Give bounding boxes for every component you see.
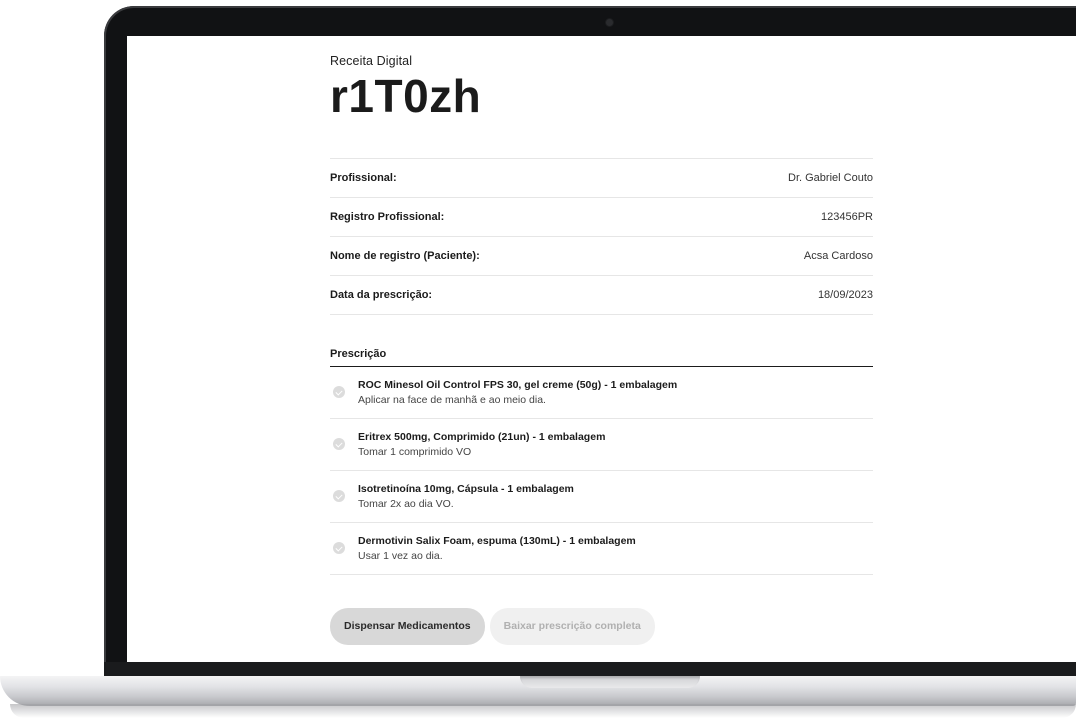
medication-name: Eritrex 500mg, Comprimido (21un) - 1 emb…	[358, 430, 606, 443]
info-value: 18/09/2023	[817, 288, 873, 301]
medication-dosage: Usar 1 vez ao dia.	[358, 549, 443, 562]
laptop-screen: Receita Digital r1T0zh Profissional: Dr.…	[127, 36, 1076, 662]
medication-dosage: Aplicar na face de manhã e ao meio dia.	[358, 393, 546, 406]
prescription-page: Receita Digital r1T0zh Profissional: Dr.…	[330, 54, 873, 645]
dispense-medications-button[interactable]: Dispensar Medicamentos	[330, 607, 485, 645]
prescription-item: Isotretinoína 10mg, Cápsula - 1 embalage…	[330, 471, 873, 523]
laptop-mockup: Receita Digital r1T0zh Profissional: Dr.…	[0, 0, 1076, 723]
check-circle-icon	[333, 386, 345, 399]
page-eyebrow: Receita Digital	[330, 54, 413, 68]
info-row-professional: Profissional: Dr. Gabriel Couto	[330, 159, 873, 198]
action-bar: Dispensar Medicamentos Baixar prescrição…	[330, 607, 873, 645]
download-prescription-button[interactable]: Baixar prescrição completa	[489, 607, 655, 645]
info-row-patient: Nome de registro (Paciente): Acsa Cardos…	[330, 237, 873, 276]
medication-name: Dermotivin Salix Foam, espuma (130mL) - …	[358, 534, 636, 547]
laptop-shadow	[10, 704, 1076, 718]
check-circle-icon	[333, 438, 345, 451]
laptop-thumb-notch	[520, 676, 700, 688]
prescription-code: r1T0zh	[330, 70, 482, 122]
check-circle-icon	[333, 542, 345, 555]
info-label: Nome de registro (Paciente):	[330, 249, 480, 262]
medication-name: ROC Minesol Oil Control FPS 30, gel crem…	[358, 378, 678, 391]
info-table: Profissional: Dr. Gabriel Couto Registro…	[330, 157, 873, 315]
medication-name: Isotretinoína 10mg, Cápsula - 1 embalage…	[358, 482, 574, 495]
camera-icon	[606, 19, 613, 26]
info-label: Registro Profissional:	[330, 210, 445, 223]
info-value: Dr. Gabriel Couto	[788, 171, 873, 184]
medication-dosage: Tomar 2x ao dia VO.	[358, 497, 454, 510]
prescription-item: ROC Minesol Oil Control FPS 30, gel crem…	[330, 367, 873, 419]
prescription-item: Eritrex 500mg, Comprimido (21un) - 1 emb…	[330, 419, 873, 471]
info-value: 123456PR	[821, 210, 873, 223]
info-row-date: Data da prescrição: 18/09/2023	[330, 276, 873, 315]
prescription-item: Dermotivin Salix Foam, espuma (130mL) - …	[330, 523, 873, 575]
info-label: Profissional:	[330, 171, 397, 184]
info-value: Acsa Cardoso	[803, 249, 873, 262]
info-label: Data da prescrição:	[330, 288, 433, 301]
prescription-section-title: Prescrição	[330, 348, 873, 367]
medication-dosage: Tomar 1 comprimido VO	[358, 445, 472, 458]
info-row-registry: Registro Profissional: 123456PR	[330, 198, 873, 237]
check-circle-icon	[333, 490, 345, 503]
